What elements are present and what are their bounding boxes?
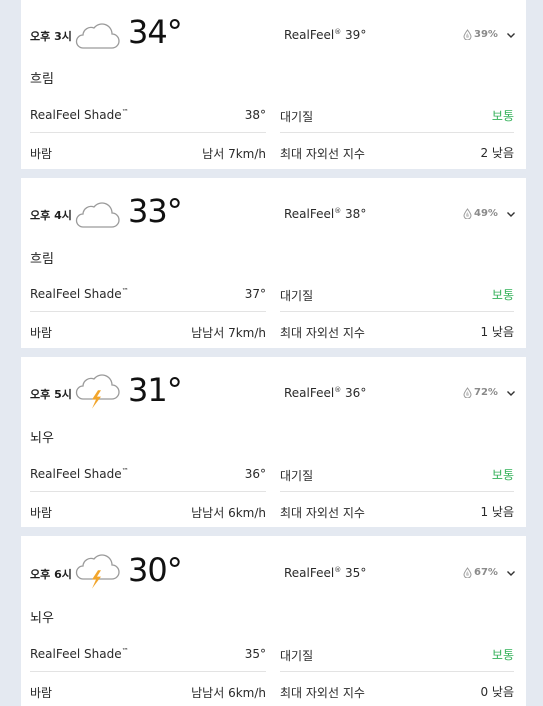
temperature: 31° bbox=[128, 371, 183, 409]
wind-value: 남남서 7km/h bbox=[191, 326, 266, 340]
air-quality-label: 대기질 bbox=[280, 289, 314, 303]
wind-value: 남남서 6km/h bbox=[191, 686, 266, 700]
uv-index-label: 최대 자외선 지수 bbox=[280, 326, 365, 340]
cloudy-icon bbox=[75, 202, 120, 228]
weather-phrase: 흐림 bbox=[30, 72, 54, 87]
realfeel-value: RealFeel® 38° bbox=[284, 207, 367, 221]
uv-index-label: 최대 자외선 지수 bbox=[280, 506, 365, 520]
air-quality-label: 대기질 bbox=[280, 469, 314, 483]
air-quality-value: 보통 bbox=[491, 648, 514, 662]
chevron-down-icon[interactable] bbox=[505, 208, 517, 220]
realfeel-shade-label: RealFeel Shade™ bbox=[30, 647, 129, 661]
chevron-down-icon[interactable] bbox=[505, 387, 517, 399]
realfeel-shade-value: 37° bbox=[244, 287, 266, 301]
divider bbox=[280, 671, 514, 672]
raindrop-icon bbox=[463, 567, 472, 578]
wind-label: 바람 bbox=[30, 506, 53, 520]
precipitation-probability: 39% bbox=[463, 29, 498, 40]
precipitation-probability: 67% bbox=[463, 567, 498, 578]
divider bbox=[280, 311, 514, 312]
realfeel-value: RealFeel® 35° bbox=[284, 566, 367, 580]
air-quality-value: 보통 bbox=[491, 109, 514, 123]
chevron-down-icon[interactable] bbox=[505, 567, 517, 579]
realfeel-shade-value: 38° bbox=[244, 108, 266, 122]
wind-value: 남남서 6km/h bbox=[191, 506, 266, 520]
air-quality-value: 보통 bbox=[491, 288, 514, 302]
realfeel-shade-label: RealFeel Shade™ bbox=[30, 108, 129, 122]
divider bbox=[30, 671, 266, 672]
realfeel-shade-value: 35° bbox=[244, 647, 266, 661]
divider bbox=[30, 132, 266, 133]
realfeel-value: RealFeel® 36° bbox=[284, 386, 367, 400]
uv-index-value: 1 낮음 bbox=[480, 325, 514, 339]
realfeel-shade-value: 36° bbox=[244, 467, 266, 481]
temperature: 33° bbox=[128, 192, 183, 230]
uv-index-value: 1 낮음 bbox=[480, 505, 514, 519]
raindrop-icon bbox=[463, 208, 472, 219]
weather-phrase: 흐림 bbox=[30, 252, 54, 267]
hour-card: 오후 5시 31° RealFeel® 36° 72% 뇌우 RealFeel … bbox=[21, 357, 526, 527]
air-quality-label: 대기질 bbox=[280, 649, 314, 663]
air-quality-value: 보통 bbox=[491, 468, 514, 482]
temperature: 30° bbox=[128, 551, 183, 589]
wind-label: 바람 bbox=[30, 326, 53, 340]
precipitation-probability: 72% bbox=[463, 387, 498, 398]
raindrop-icon bbox=[463, 29, 472, 40]
divider bbox=[30, 311, 266, 312]
chevron-down-icon[interactable] bbox=[505, 29, 517, 41]
realfeel-shade-label: RealFeel Shade™ bbox=[30, 287, 129, 301]
hour-time: 오후 4시 bbox=[30, 209, 72, 222]
wind-label: 바람 bbox=[30, 147, 53, 161]
raindrop-icon bbox=[463, 387, 472, 398]
hour-card: 오후 3시 34° RealFeel® 39° 39% 흐림 RealFeel … bbox=[21, 0, 526, 169]
realfeel-shade-label: RealFeel Shade™ bbox=[30, 467, 129, 481]
uv-index-value: 0 낮음 bbox=[480, 685, 514, 699]
wind-label: 바람 bbox=[30, 686, 53, 700]
air-quality-label: 대기질 bbox=[280, 110, 314, 124]
hour-time: 오후 3시 bbox=[30, 30, 72, 43]
divider bbox=[30, 491, 266, 492]
divider bbox=[280, 491, 514, 492]
wind-value: 남서 7km/h bbox=[202, 147, 266, 161]
uv-index-label: 최대 자외선 지수 bbox=[280, 686, 365, 700]
realfeel-value: RealFeel® 39° bbox=[284, 28, 367, 42]
thunderstorm-icon bbox=[75, 554, 120, 589]
weather-phrase: 뇌우 bbox=[30, 431, 54, 446]
hour-time: 오후 5시 bbox=[30, 388, 72, 401]
weather-phrase: 뇌우 bbox=[30, 611, 54, 626]
divider bbox=[280, 132, 514, 133]
hour-card: 오후 6시 30° RealFeel® 35° 67% 뇌우 RealFeel … bbox=[21, 536, 526, 706]
hour-card: 오후 4시 33° RealFeel® 38° 49% 흐림 RealFeel … bbox=[21, 178, 526, 348]
uv-index-label: 최대 자외선 지수 bbox=[280, 147, 365, 161]
precipitation-probability: 49% bbox=[463, 208, 498, 219]
uv-index-value: 2 낮음 bbox=[480, 146, 514, 160]
thunderstorm-icon bbox=[75, 374, 120, 409]
cloudy-icon bbox=[75, 23, 120, 49]
hour-time: 오후 6시 bbox=[30, 568, 72, 581]
temperature: 34° bbox=[128, 13, 183, 51]
